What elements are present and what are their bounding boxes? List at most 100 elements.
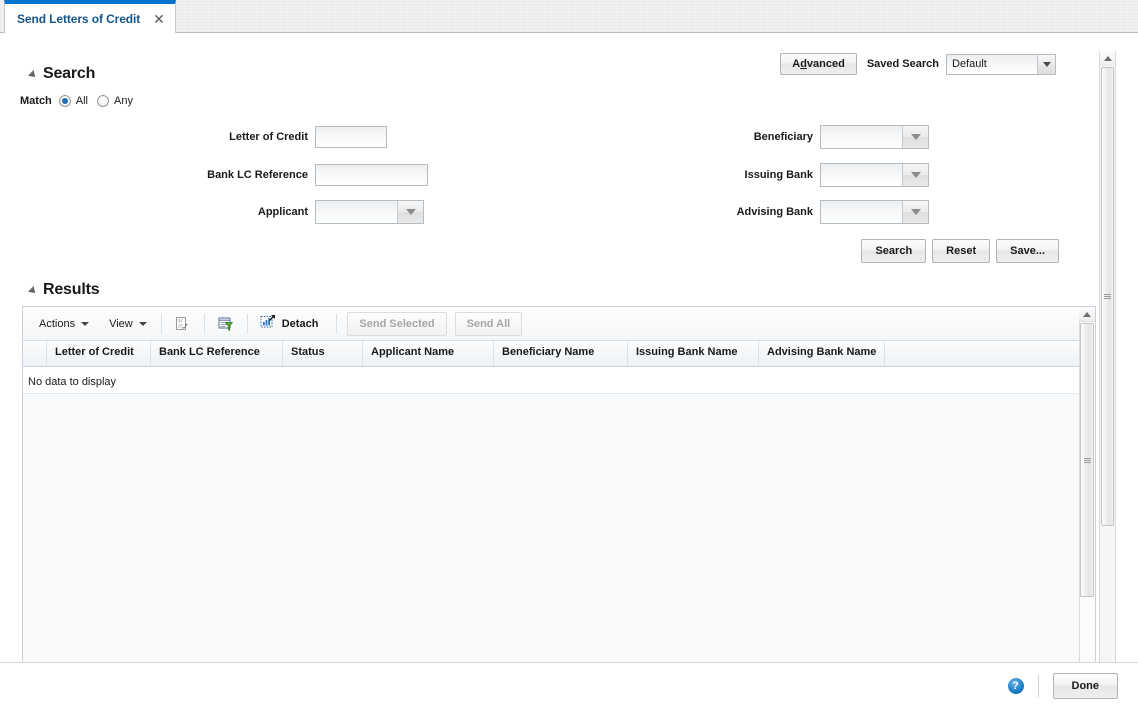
query-by-example-filter-icon[interactable] <box>213 312 239 336</box>
export-to-excel-icon[interactable]: XY <box>170 312 196 336</box>
column-header-bank-lc-reference[interactable]: Bank LC Reference <box>151 341 283 366</box>
send-selected-button[interactable]: Send Selected <box>347 311 447 336</box>
results-section-header[interactable]: Results <box>28 281 100 299</box>
table-body: No data to display <box>23 367 1095 663</box>
advanced-prefix: A <box>792 58 801 70</box>
page-title: Search <box>43 65 96 82</box>
advanced-search-bar: Advanced Saved Search Default <box>780 53 1056 75</box>
table-empty-area <box>23 394 1095 661</box>
triangle-collapse-icon[interactable] <box>28 70 38 80</box>
applicant-input[interactable] <box>316 201 397 223</box>
table-scroll-up-button[interactable] <box>1079 307 1095 322</box>
issuing-bank-label: Issuing Bank <box>744 169 813 181</box>
column-header-beneficiary-name[interactable]: Beneficiary Name <box>494 341 628 366</box>
results-panel: Actions View XY Detach Send Selected Sen… <box>22 306 1096 689</box>
advising-bank-label: Advising Bank <box>736 206 813 218</box>
advanced-accelerator: d <box>800 58 807 70</box>
bank-lc-reference-input[interactable] <box>315 164 428 186</box>
footer-bar: ? Done <box>0 662 1138 719</box>
view-menu-label: View <box>109 317 133 330</box>
column-header-advising-bank-name[interactable]: Advising Bank Name <box>759 341 885 366</box>
page-scrollbar-thumb[interactable] <box>1101 67 1114 526</box>
field-row-bank-lc-reference: Bank LC Reference <box>150 163 428 187</box>
chevron-down-icon <box>138 321 147 326</box>
column-header-letter-of-credit[interactable]: Letter of Credit <box>47 341 151 366</box>
advising-bank-dropdown-icon[interactable] <box>902 201 928 223</box>
reset-button[interactable]: Reset <box>932 239 991 263</box>
detach-icon <box>260 314 276 333</box>
column-header-applicant-name[interactable]: Applicant Name <box>363 341 494 366</box>
applicant-dropdown-icon[interactable] <box>397 201 423 223</box>
advanced-button[interactable]: Advanced <box>780 53 857 75</box>
saved-search-value: Default <box>952 57 987 70</box>
toolbar-separator <box>203 313 205 334</box>
advising-bank-lov[interactable] <box>820 200 929 224</box>
tab-send-letters-of-credit[interactable]: Send Letters of Credit ✕ <box>4 0 176 33</box>
applicant-lov[interactable] <box>315 200 424 224</box>
close-icon[interactable]: ✕ <box>153 12 165 26</box>
page-scroll-up-button[interactable] <box>1100 51 1115 66</box>
issuing-bank-lov[interactable] <box>820 163 929 187</box>
toolbar-separator <box>336 313 338 334</box>
beneficiary-lov[interactable] <box>820 125 929 149</box>
footer-actions: ? Done <box>1007 673 1118 699</box>
detach-label: Detach <box>281 317 319 330</box>
field-row-beneficiary: Beneficiary <box>650 125 929 149</box>
toolbar-separator <box>160 313 162 334</box>
empty-state-message: No data to display <box>23 367 1095 394</box>
done-button[interactable]: Done <box>1052 673 1118 699</box>
advising-bank-input[interactable] <box>821 201 902 223</box>
saved-search-label: Saved Search <box>866 58 939 70</box>
search-section-header[interactable]: Search <box>28 65 96 83</box>
field-row-advising-bank: Advising Bank <box>650 200 929 224</box>
applicant-label: Applicant <box>257 206 308 218</box>
results-toolbar: Actions View XY Detach Send Selected Sen… <box>23 307 1095 341</box>
issuing-bank-dropdown-icon[interactable] <box>902 164 928 186</box>
letter-of-credit-label: Letter of Credit <box>229 131 308 143</box>
bank-lc-reference-label: Bank LC Reference <box>207 169 308 181</box>
issuing-bank-input[interactable] <box>821 164 902 186</box>
search-button[interactable]: Search <box>861 239 927 263</box>
save-button[interactable]: Save... <box>996 239 1059 263</box>
beneficiary-input[interactable] <box>821 126 902 148</box>
results-table: Letter of Credit Bank LC Reference Statu… <box>23 341 1095 663</box>
saved-search-select[interactable]: Default <box>946 53 1056 75</box>
radio-match-any-label: Any <box>114 95 133 107</box>
tab-label: Send Letters of Credit <box>17 11 141 26</box>
table-header-row: Letter of Credit Bank LC Reference Statu… <box>23 341 1095 367</box>
page-scrollbar[interactable] <box>1099 51 1116 678</box>
footer-divider <box>1037 675 1039 697</box>
beneficiary-label: Beneficiary <box>753 131 813 143</box>
toolbar-separator <box>246 313 248 334</box>
radio-match-all-label: All <box>75 95 89 107</box>
letter-of-credit-input[interactable] <box>315 126 387 148</box>
column-header-status[interactable]: Status <box>283 341 363 366</box>
send-all-button[interactable]: Send All <box>454 311 523 336</box>
advanced-suffix: vanced <box>806 58 845 70</box>
match-label: Match <box>20 95 52 107</box>
tab-bar: Send Letters of Credit ✕ <box>0 0 1138 33</box>
search-action-buttons: Search Reset Save... <box>861 239 1059 263</box>
table-scrollbar-thumb[interactable] <box>1080 323 1094 597</box>
beneficiary-dropdown-icon[interactable] <box>902 126 928 148</box>
search-region: Search Match All Any Advanced Saved Sear… <box>0 33 1100 268</box>
chevron-down-icon <box>81 321 90 326</box>
table-scrollbar[interactable] <box>1079 307 1095 688</box>
actions-menu-label: Actions <box>39 317 76 330</box>
match-row: Match All Any <box>20 92 142 110</box>
radio-match-all[interactable] <box>58 95 71 107</box>
triangle-collapse-icon[interactable] <box>28 286 38 296</box>
detach-button[interactable]: Detach <box>256 312 327 335</box>
page-body: Search Match All Any Advanced Saved Sear… <box>0 33 1138 719</box>
table-header-corner <box>23 341 47 366</box>
view-menu[interactable]: View <box>103 315 153 333</box>
actions-menu[interactable]: Actions <box>33 315 95 333</box>
help-question-icon[interactable]: ? <box>1007 678 1024 694</box>
results-title: Results <box>43 281 100 298</box>
field-row-applicant: Applicant <box>150 200 424 224</box>
svg-text:XY: XY <box>178 318 184 323</box>
chevron-down-icon[interactable] <box>1037 54 1055 74</box>
column-header-issuing-bank-name[interactable]: Issuing Bank Name <box>628 341 759 366</box>
radio-match-any[interactable] <box>97 95 110 107</box>
field-row-letter-of-credit: Letter of Credit <box>150 125 387 149</box>
